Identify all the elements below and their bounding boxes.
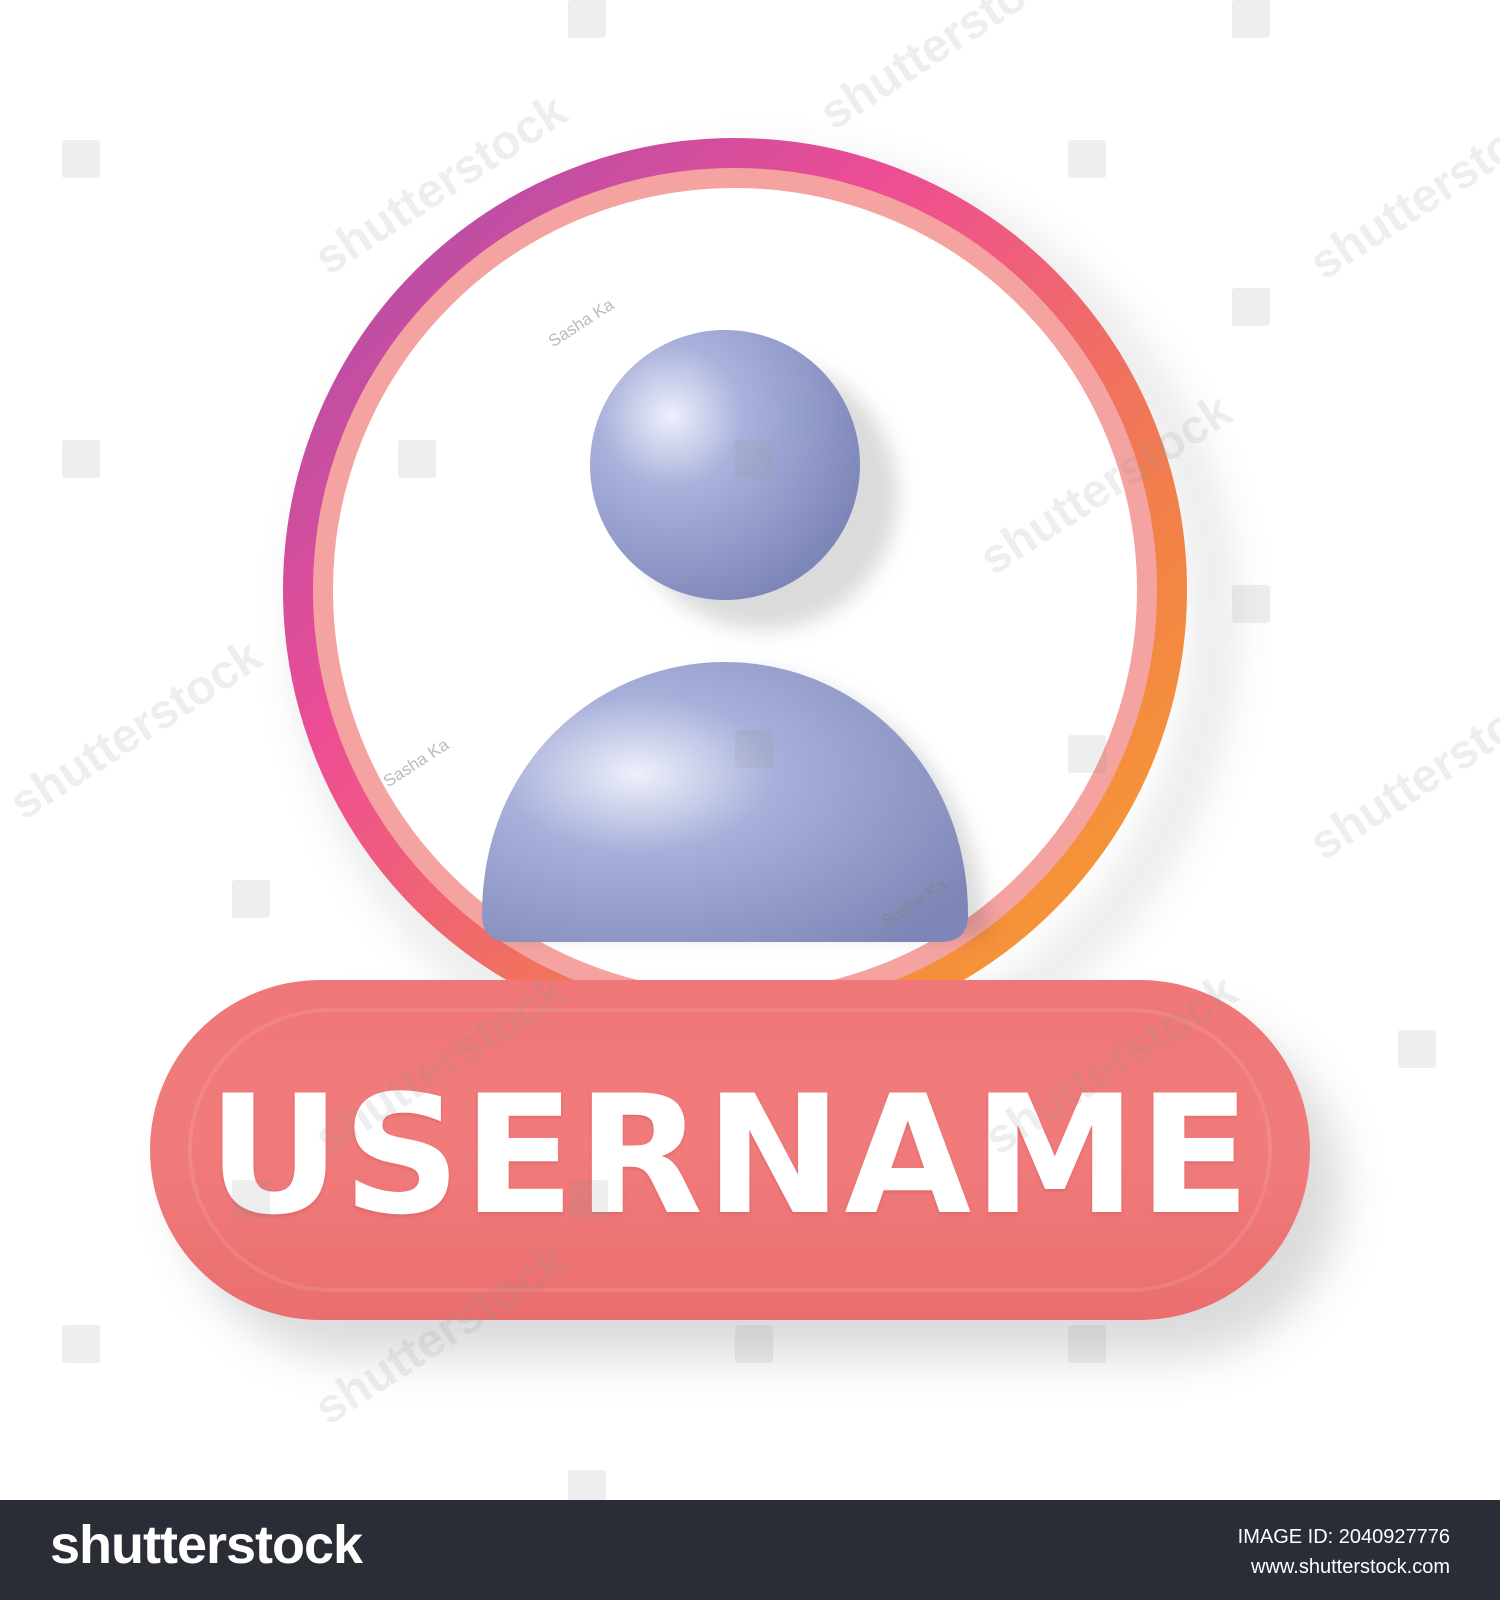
watermark-square-icon: [232, 1180, 270, 1218]
image-id-text: IMAGE ID: 2040927776: [1237, 1526, 1450, 1548]
user-head-shape: [590, 330, 860, 600]
watermark-square-icon: [570, 1180, 608, 1218]
watermark-square-icon: [1232, 288, 1270, 326]
watermark-square-icon: [62, 440, 100, 478]
watermark-square-icon: [1068, 1325, 1106, 1363]
artwork-canvas: USERNAME shutterstock shutterstock shutt…: [0, 0, 1500, 1500]
watermark-square-icon: [1232, 585, 1270, 623]
watermark-square-icon: [1068, 140, 1106, 178]
watermark-square-icon: [735, 730, 773, 768]
watermark-square-icon: [735, 440, 773, 478]
watermark-square-icon: [735, 1325, 773, 1363]
watermark-square-icon: [568, 1470, 606, 1500]
stock-footer-bar: shutterstock IMAGE ID: 2040927776 www.sh…: [0, 1500, 1500, 1600]
watermark-square-icon: [62, 1325, 100, 1363]
watermark-square-icon: [1232, 0, 1270, 38]
watermark-square-icon: [568, 0, 606, 38]
watermark-square-icon: [1068, 735, 1106, 773]
watermark-square-icon: [398, 440, 436, 478]
watermark-square-icon: [1398, 1030, 1436, 1068]
username-label: USERNAME: [207, 1059, 1253, 1251]
watermark-square-icon: [62, 140, 100, 178]
shutterstock-logo: shutterstock: [50, 1515, 363, 1575]
watermark-square-icon: [232, 880, 270, 918]
site-url-text: www.shutterstock.com: [1251, 1556, 1450, 1578]
